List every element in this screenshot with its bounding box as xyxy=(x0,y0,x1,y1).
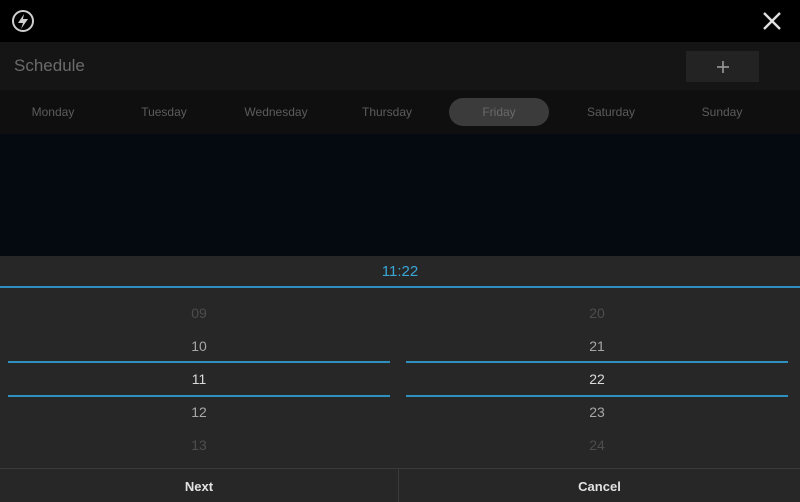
next-button[interactable]: Next xyxy=(0,469,398,502)
minute-selection-line-bottom xyxy=(406,395,788,397)
tab-monday[interactable]: Monday xyxy=(3,98,103,126)
minute-option[interactable]: 20 xyxy=(406,305,788,321)
hour-option[interactable]: 12 xyxy=(8,404,390,420)
hour-option-selected[interactable]: 11 xyxy=(8,371,390,387)
tab-thursday[interactable]: Thursday xyxy=(337,98,437,126)
minute-wheel[interactable]: 20 21 22 23 24 xyxy=(406,288,788,468)
close-icon[interactable] xyxy=(761,10,783,32)
minute-option[interactable]: 21 xyxy=(406,338,788,354)
minute-option-selected[interactable]: 22 xyxy=(406,371,788,387)
minute-option[interactable]: 24 xyxy=(406,437,788,453)
minute-option[interactable]: 23 xyxy=(406,404,788,420)
tab-wednesday[interactable]: Wednesday xyxy=(226,98,326,126)
minute-selection-line-top xyxy=(406,361,788,363)
hour-option[interactable]: 13 xyxy=(8,437,390,453)
schedule-content xyxy=(0,134,800,256)
hour-wheel[interactable]: 09 10 11 12 13 xyxy=(8,288,390,468)
tab-saturday[interactable]: Saturday xyxy=(561,98,661,126)
tab-sunday[interactable]: Sunday xyxy=(672,98,772,126)
tab-tuesday[interactable]: Tuesday xyxy=(114,98,214,126)
tab-friday[interactable]: Friday xyxy=(449,98,549,126)
add-schedule-button[interactable] xyxy=(686,51,759,82)
time-picker-dialog: 11:22 09 10 11 12 13 20 21 22 23 24 Next… xyxy=(0,256,800,502)
schedule-title: Schedule xyxy=(14,56,85,75)
dialog-buttons: Next Cancel xyxy=(0,468,800,502)
plus-icon xyxy=(716,60,729,73)
hour-option[interactable]: 10 xyxy=(8,338,390,354)
day-tabs: Monday Tuesday Wednesday Thursday Friday… xyxy=(0,90,800,134)
hour-option[interactable]: 09 xyxy=(8,305,390,321)
top-bar xyxy=(0,0,800,42)
hour-selection-line-top xyxy=(8,361,390,363)
hour-selection-line-bottom xyxy=(8,395,390,397)
bolt-circle-icon[interactable] xyxy=(11,9,35,33)
selected-time: 11:22 xyxy=(381,262,419,280)
cancel-button[interactable]: Cancel xyxy=(399,469,800,502)
schedule-bar: Schedule xyxy=(0,42,800,90)
